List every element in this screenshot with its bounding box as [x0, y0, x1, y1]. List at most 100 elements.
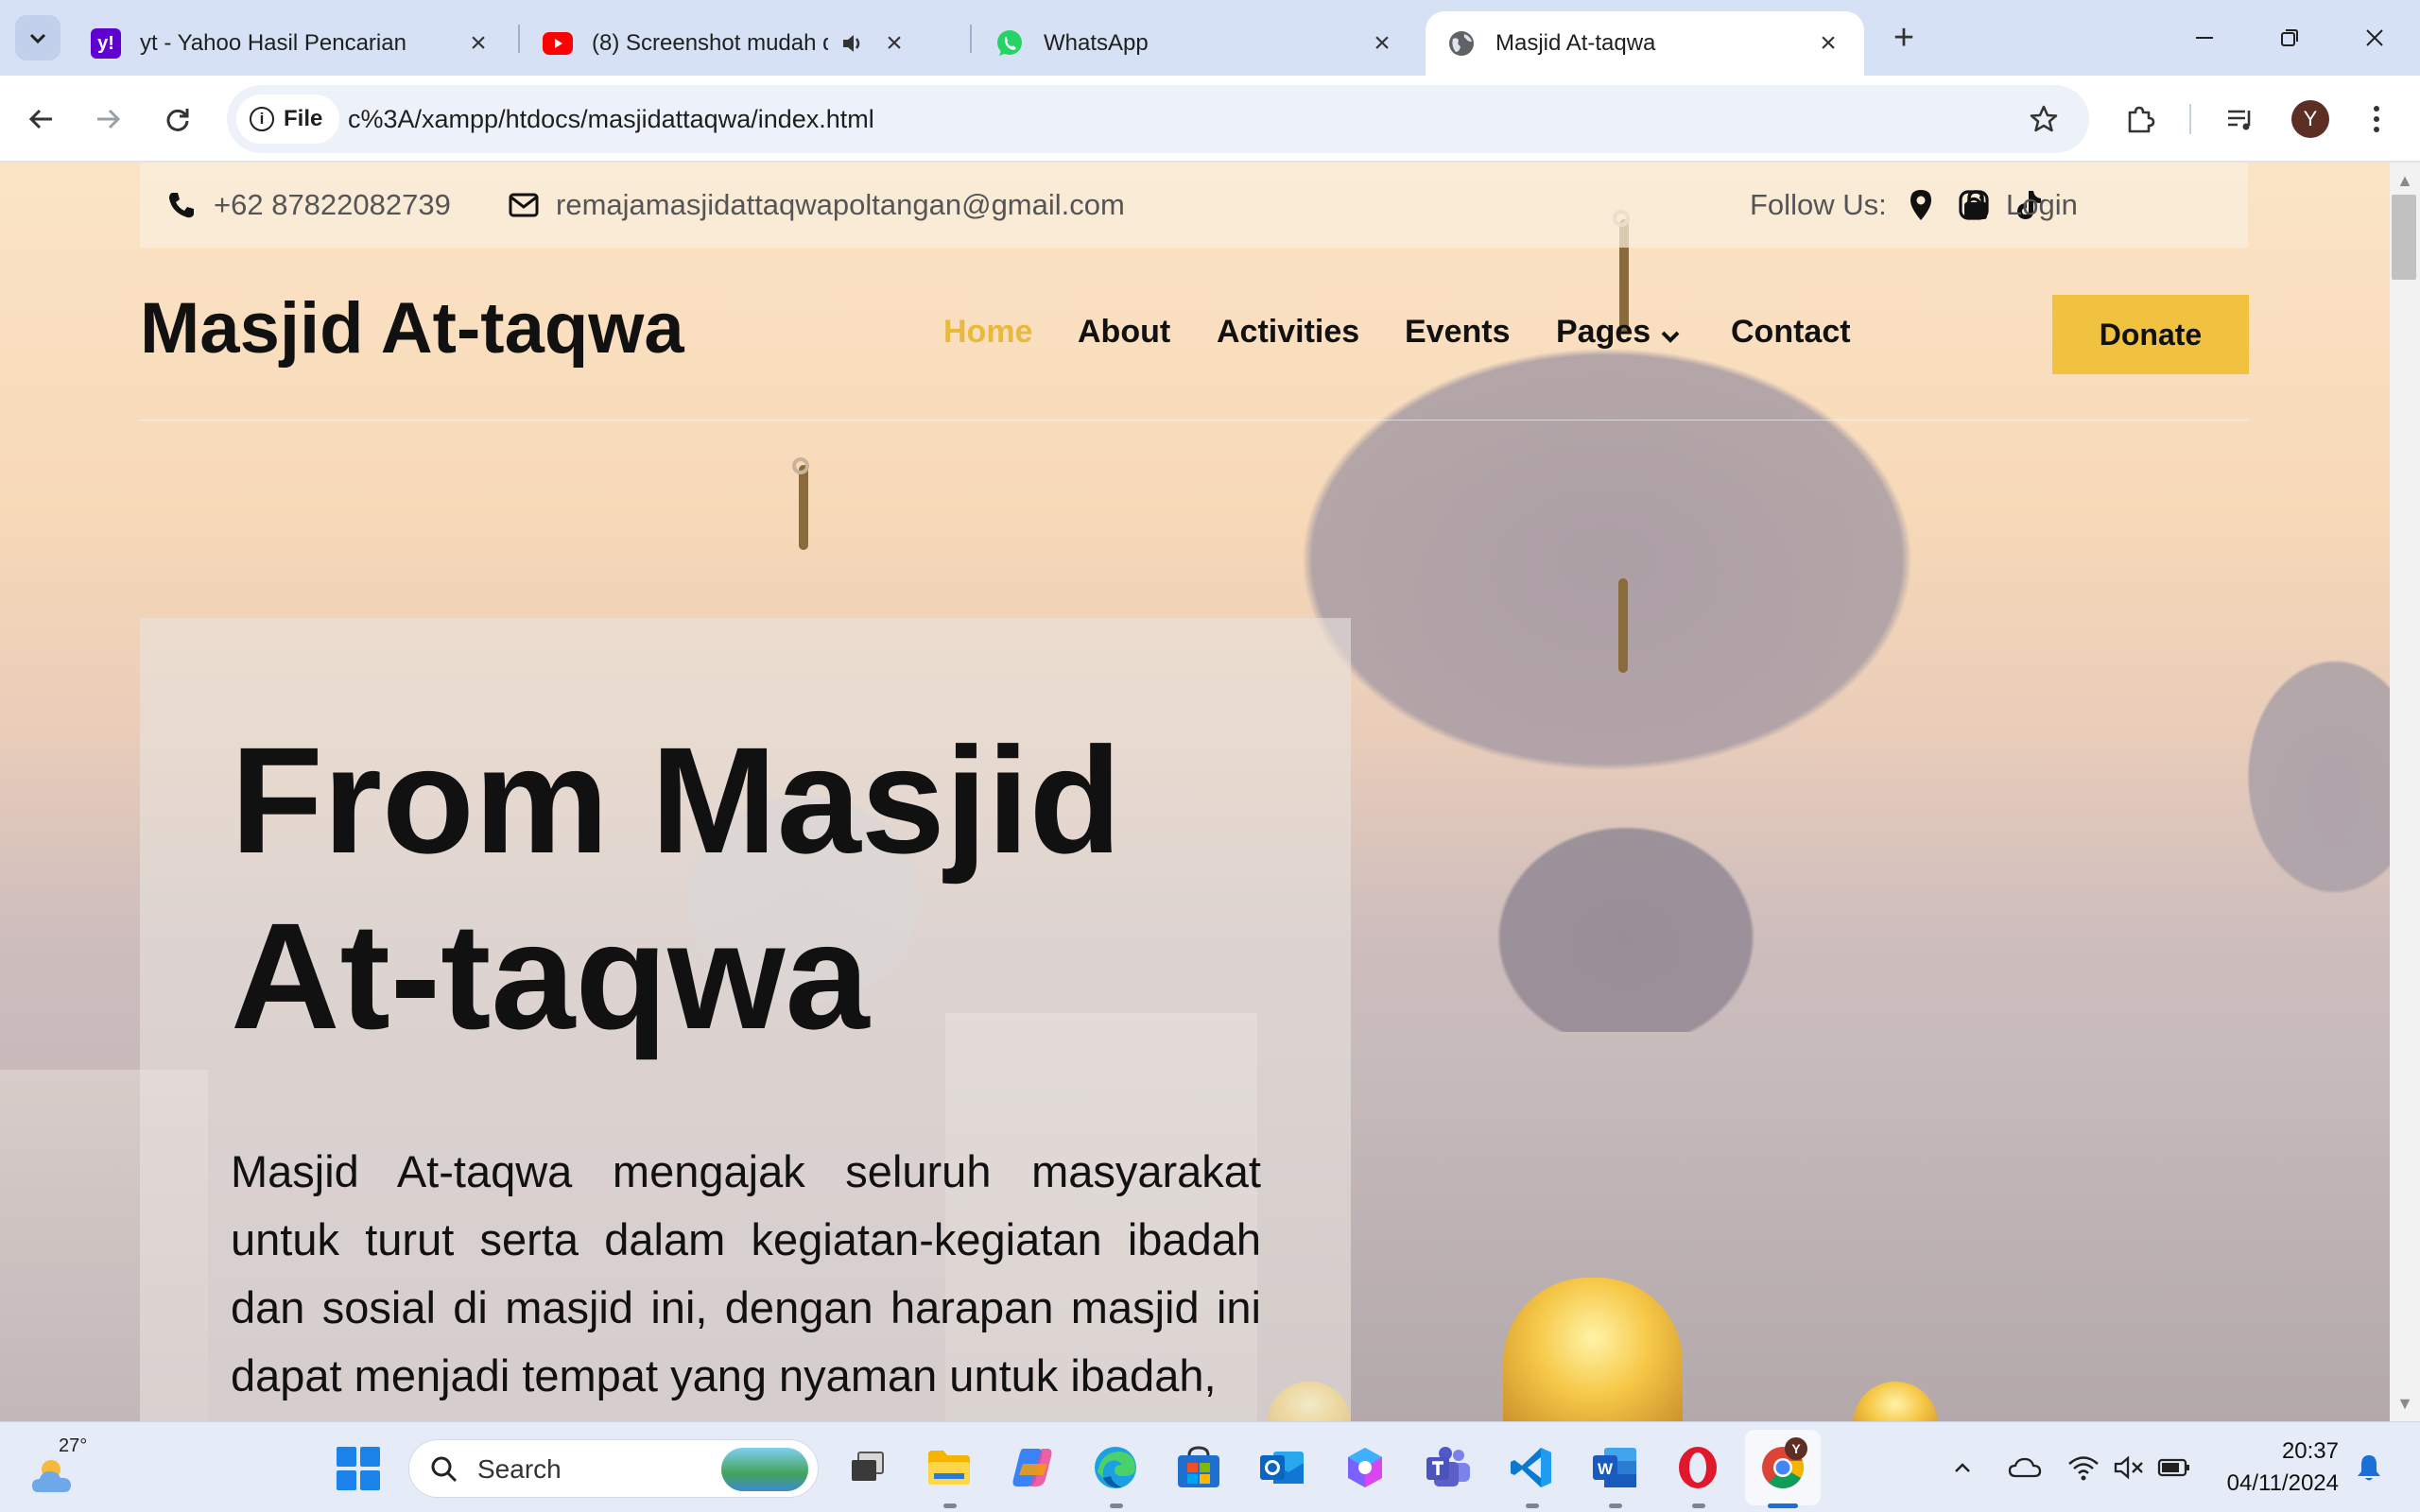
- address-bar[interactable]: i File c%3A/xampp/htdocs/masjidattaqwa/i…: [227, 85, 2089, 153]
- windows-taskbar: 27° Search W Y 20:37 04/11/2024: [0, 1421, 2420, 1512]
- battery-button[interactable]: [2155, 1449, 2193, 1486]
- close-tab-icon[interactable]: ×: [1367, 27, 1397, 59]
- site-brand[interactable]: Masjid At-taqwa: [140, 287, 684, 369]
- taskbar-outlook[interactable]: [1257, 1443, 1306, 1492]
- scrollbar-thumb[interactable]: [2392, 195, 2416, 280]
- browser-tab-yahoo[interactable]: y! yt - Yahoo Hasil Pencarian ×: [70, 11, 514, 76]
- nav-events[interactable]: Events: [1405, 314, 1511, 351]
- youtube-icon: [543, 28, 573, 59]
- show-hidden-icons-button[interactable]: [1944, 1449, 1981, 1486]
- taskbar-copilot[interactable]: [1008, 1443, 1057, 1492]
- forward-button[interactable]: [79, 91, 136, 147]
- nav-pages-label: Pages: [1556, 314, 1651, 350]
- close-tab-icon[interactable]: ×: [879, 27, 909, 59]
- taskbar-opera[interactable]: [1673, 1443, 1722, 1492]
- location-link[interactable]: [1904, 188, 1938, 222]
- running-indicator: [1110, 1503, 1123, 1508]
- chevron-up-icon: [1955, 1463, 1970, 1472]
- close-icon: [2366, 29, 2383, 46]
- media-controls-button[interactable]: [2212, 91, 2269, 147]
- taskbar-edge[interactable]: [1091, 1443, 1140, 1492]
- wifi-icon: [2068, 1456, 2099, 1481]
- svg-text:W: W: [1598, 1460, 1614, 1478]
- nav-activities[interactable]: Activities: [1217, 314, 1359, 351]
- browser-tab-whatsapp[interactable]: WhatsApp ×: [974, 11, 1418, 76]
- arrow-left-icon: [28, 109, 52, 129]
- nav-home[interactable]: Home: [943, 314, 1032, 351]
- puzzle-icon: [2128, 106, 2155, 133]
- nav-divider: [140, 420, 2248, 421]
- cloud-icon: [2008, 1457, 2042, 1478]
- donate-button[interactable]: Donate: [2052, 295, 2249, 374]
- hero-title: From Masjid At-taqwa: [231, 715, 1122, 1060]
- opera-icon: [1679, 1447, 1717, 1488]
- phone-contact[interactable]: +62 87822082739: [166, 163, 451, 248]
- taskbar-word[interactable]: W: [1590, 1443, 1639, 1492]
- arrow-right-icon: [97, 109, 121, 129]
- avatar: Y: [2291, 100, 2329, 138]
- nav-pages-dropdown[interactable]: Pages: [1556, 314, 1681, 352]
- nav-contact[interactable]: Contact: [1731, 314, 1851, 351]
- email-contact[interactable]: remajamasjidattaqwapoltangan@gmail.com: [509, 163, 1125, 248]
- task-view-button[interactable]: [843, 1443, 892, 1492]
- lock-icon: [1964, 190, 1987, 219]
- search-highlight-art: [721, 1448, 808, 1491]
- info-icon: i: [250, 107, 274, 131]
- nav-about[interactable]: About: [1078, 314, 1170, 351]
- page-scrollbar[interactable]: [2390, 163, 2420, 1421]
- running-indicator: [1692, 1503, 1705, 1508]
- browser-menu-button[interactable]: [2348, 91, 2405, 147]
- globe-icon: [1446, 28, 1477, 59]
- media-queue-icon: [2228, 110, 2251, 130]
- taskbar-clock[interactable]: 20:37 04/11/2024: [2206, 1435, 2339, 1500]
- windows-logo-pane: [360, 1470, 380, 1490]
- minimize-button[interactable]: [2176, 11, 2233, 64]
- tab-title: yt - Yahoo Hasil Pencarian: [140, 30, 406, 56]
- site-info-label: File: [284, 106, 323, 131]
- volume-button[interactable]: [2110, 1449, 2148, 1486]
- network-button[interactable]: [2065, 1449, 2102, 1486]
- close-tab-icon[interactable]: ×: [463, 27, 493, 59]
- running-indicator: [1609, 1503, 1622, 1508]
- restore-button[interactable]: [2261, 11, 2318, 64]
- reload-button[interactable]: [149, 91, 206, 147]
- site-info-chip[interactable]: i File: [236, 94, 340, 144]
- speaker-icon[interactable]: [838, 28, 868, 59]
- weather-widget[interactable]: 27°: [30, 1435, 96, 1502]
- taskbar-search[interactable]: Search: [408, 1439, 819, 1498]
- scroll-up-arrow-icon[interactable]: ▲: [2390, 166, 2420, 195]
- website-page: +62 87822082739 remajamasjidattaqwapolta…: [0, 163, 2390, 1421]
- profile-button[interactable]: Y: [2282, 91, 2339, 147]
- notifications-button[interactable]: [2350, 1449, 2388, 1486]
- speaker-muted-icon: [2114, 1455, 2143, 1480]
- tab-list-button[interactable]: [15, 15, 60, 60]
- login-link[interactable]: Login: [1962, 163, 2078, 248]
- taskbar-file-explorer[interactable]: [925, 1443, 974, 1492]
- close-tab-icon[interactable]: ×: [1813, 27, 1843, 59]
- close-window-button[interactable]: [2346, 11, 2403, 64]
- windows-logo-pane: [337, 1470, 356, 1490]
- scroll-down-arrow-icon[interactable]: ▼: [2390, 1389, 2420, 1418]
- start-button[interactable]: [337, 1447, 380, 1490]
- partly-cloudy-icon: [32, 1460, 71, 1492]
- onedrive-button[interactable]: [2006, 1449, 2044, 1486]
- bookmark-star-button[interactable]: [2021, 96, 2066, 142]
- taskbar-chrome[interactable]: Y: [1758, 1437, 1807, 1492]
- back-button[interactable]: [13, 91, 70, 147]
- url-text[interactable]: c%3A/xampp/htdocs/masjidattaqwa/index.ht…: [348, 85, 874, 153]
- copilot-icon: [1012, 1449, 1052, 1486]
- browser-tab-youtube[interactable]: (8) Screenshot mudah dan cepat ×: [522, 11, 966, 76]
- extensions-button[interactable]: [2112, 91, 2169, 147]
- tab-separator: [970, 25, 972, 53]
- search-icon: [431, 1456, 458, 1483]
- taskbar-vscode[interactable]: [1507, 1443, 1556, 1492]
- taskbar-m365[interactable]: [1340, 1443, 1390, 1492]
- map-pin-icon: [1910, 190, 1931, 220]
- taskbar-teams[interactable]: [1424, 1443, 1473, 1492]
- browser-tab-masjid[interactable]: Masjid At-taqwa ×: [1426, 11, 1864, 76]
- taskbar-store[interactable]: [1174, 1443, 1223, 1492]
- login-label: Login: [2006, 188, 2078, 221]
- tab-separator: [518, 25, 520, 53]
- file-explorer-icon: [928, 1451, 970, 1485]
- new-tab-button[interactable]: +: [1881, 15, 1927, 60]
